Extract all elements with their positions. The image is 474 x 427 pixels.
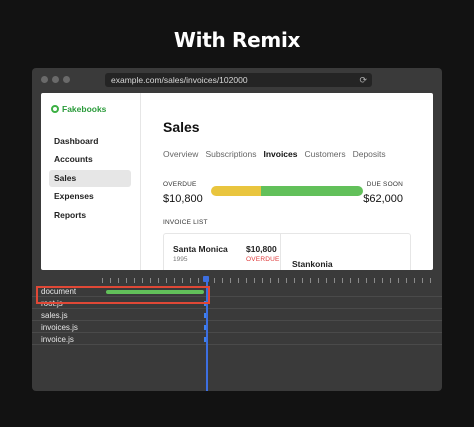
network-row[interactable]: invoice.js <box>32 334 442 345</box>
ruler-tick <box>326 278 327 283</box>
sidebar: Fakebooks Dashboard Accounts Sales Expen… <box>41 93 141 270</box>
request-label: sales.js <box>41 311 68 320</box>
ruler-tick <box>118 278 119 283</box>
browser-chrome: example.com/sales/invoices/102000 ⟳ <box>32 68 442 92</box>
ruler-tick <box>390 278 391 283</box>
overdue-bar-segment <box>211 186 262 196</box>
ruler-tick <box>310 278 311 283</box>
network-row[interactable]: invoices.js <box>32 322 442 333</box>
window-minimize-dot[interactable] <box>52 76 59 83</box>
sidebar-nav: Dashboard Accounts Sales Expenses Report… <box>49 133 131 225</box>
invoice-card: Santa Monica 1995 $10,800 OVERDUE Stanko… <box>163 233 411 270</box>
reload-icon[interactable]: ⟳ <box>359 73 367 87</box>
network-waterfall: document root.js sales.js invoices.js in… <box>32 274 442 391</box>
overdue-label: OVERDUE <box>163 181 197 188</box>
ruler-tick <box>102 278 103 283</box>
brand-logo[interactable]: Fakebooks <box>51 104 106 114</box>
ruler-tick <box>382 278 383 283</box>
window-close-dot[interactable] <box>41 76 48 83</box>
fakebooks-logo-icon <box>51 105 59 113</box>
page-title: Sales <box>163 119 200 135</box>
sidebar-item-expenses[interactable]: Expenses <box>49 188 131 205</box>
ruler-tick <box>334 278 335 283</box>
timeline-cursor-handle[interactable] <box>203 276 209 282</box>
tab-deposits[interactable]: Deposits <box>353 149 386 159</box>
tab-subscriptions[interactable]: Subscriptions <box>205 149 256 159</box>
tab-invoices[interactable]: Invoices <box>263 149 297 159</box>
ruler-tick <box>238 278 239 283</box>
invoice-year: 1995 <box>173 256 188 263</box>
ruler-tick <box>430 278 431 283</box>
brand-name: Fakebooks <box>62 104 107 114</box>
request-label: invoices.js <box>41 323 78 332</box>
ruler-tick <box>246 278 247 283</box>
address-bar[interactable]: example.com/sales/invoices/102000 ⟳ <box>105 73 372 87</box>
invoice-amount: $10,800 <box>246 244 277 254</box>
ruler-tick <box>366 278 367 283</box>
ruler-tick <box>230 278 231 283</box>
ruler-tick <box>374 278 375 283</box>
timeline-ruler <box>32 274 442 286</box>
ruler-tick <box>134 278 135 283</box>
ruler-tick <box>262 278 263 283</box>
invoice-list-label: INVOICE LIST <box>163 219 208 226</box>
browser-window: example.com/sales/invoices/102000 ⟳ Fake… <box>32 68 442 391</box>
ruler-tick <box>358 278 359 283</box>
window-maximize-dot[interactable] <box>63 76 70 83</box>
invoice-detail-name: Stankonia <box>292 259 333 269</box>
sidebar-item-accounts[interactable]: Accounts <box>49 151 131 168</box>
ruler-tick <box>414 278 415 283</box>
ruler-tick <box>166 278 167 283</box>
ruler-tick <box>222 278 223 283</box>
tab-bar: Overview Subscriptions Invoices Customer… <box>163 149 386 159</box>
ruler-tick <box>422 278 423 283</box>
ruler-tick <box>270 278 271 283</box>
sidebar-item-sales[interactable]: Sales <box>49 169 131 187</box>
ruler-tick <box>142 278 143 283</box>
due-soon-amount: $62,000 <box>363 193 403 205</box>
invoice-divider <box>280 234 281 270</box>
ruler-tick <box>398 278 399 283</box>
ruler-tick <box>278 278 279 283</box>
sidebar-item-reports[interactable]: Reports <box>49 207 131 224</box>
ruler-tick <box>318 278 319 283</box>
due-soon-bar-segment <box>261 186 363 196</box>
tab-overview[interactable]: Overview <box>163 149 198 159</box>
ruler-tick <box>214 278 215 283</box>
ruler-tick <box>182 278 183 283</box>
invoice-status-badge: OVERDUE <box>246 256 280 263</box>
ruler-tick <box>286 278 287 283</box>
ruler-tick <box>406 278 407 283</box>
due-soon-label: DUE SOON <box>366 181 403 188</box>
headline: With Remix <box>173 28 301 52</box>
ruler-tick <box>302 278 303 283</box>
app-viewport: Fakebooks Dashboard Accounts Sales Expen… <box>41 93 433 270</box>
url-text: example.com/sales/invoices/102000 <box>111 75 248 85</box>
ruler-tick <box>174 278 175 283</box>
invoice-customer-name[interactable]: Santa Monica <box>173 244 228 254</box>
document-highlight-box <box>36 286 210 304</box>
ruler-tick <box>190 278 191 283</box>
sidebar-item-dashboard[interactable]: Dashboard <box>49 133 131 150</box>
network-row[interactable]: sales.js <box>32 310 442 321</box>
main-content: Sales Overview Subscriptions Invoices Cu… <box>163 93 423 270</box>
overdue-amount: $10,800 <box>163 193 203 205</box>
ruler-tick <box>126 278 127 283</box>
ruler-tick <box>150 278 151 283</box>
ruler-tick <box>198 278 199 283</box>
tab-customers[interactable]: Customers <box>305 149 346 159</box>
invoice-progress-bar <box>211 186 363 196</box>
ruler-tick <box>342 278 343 283</box>
ruler-tick <box>110 278 111 283</box>
ruler-tick <box>294 278 295 283</box>
ruler-tick <box>350 278 351 283</box>
request-label: invoice.js <box>41 335 74 344</box>
ruler-tick <box>254 278 255 283</box>
ruler-tick <box>158 278 159 283</box>
